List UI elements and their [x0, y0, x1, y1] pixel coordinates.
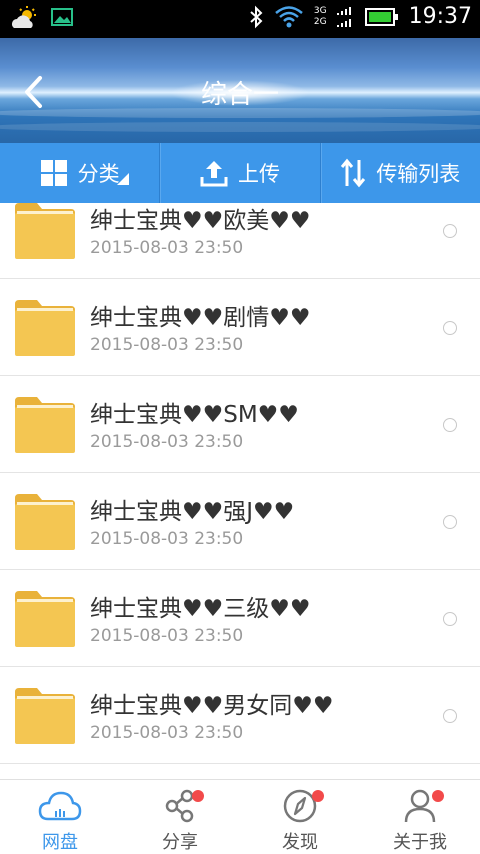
select-radio[interactable] [443, 709, 457, 723]
nav-label: 网盘 [42, 832, 78, 853]
bottom-nav: 网盘 分享 发现 关于我 [0, 779, 480, 854]
folder-icon [15, 300, 75, 356]
notification-badge [312, 790, 324, 802]
net-top-label: 3G [313, 5, 327, 16]
header-background-wave [0, 122, 480, 132]
transfer-list-button[interactable]: 传输列表 [321, 143, 480, 203]
net-bottom-label: 2G [313, 16, 327, 27]
folder-name: 绅士宝典♥♥三级♥♥ [90, 596, 311, 622]
nav-label: 关于我 [393, 832, 447, 853]
folder-name: 绅士宝典♥♥欧美♥♥ [90, 208, 311, 234]
folder-icon [15, 494, 75, 550]
folder-date: 2015-08-03 23:50 [90, 238, 244, 258]
transfer-arrows-icon [341, 158, 366, 188]
select-radio[interactable] [443, 612, 457, 626]
folder-row[interactable]: 绅士宝典♥♥三级♥♥ 2015-08-03 23:50 [0, 570, 480, 667]
folder-name: 绅士宝典♥♥剧情♥♥ [90, 305, 311, 331]
folder-date: 2015-08-03 23:50 [90, 335, 244, 355]
folder-row[interactable]: 绅士宝典♥♥SM♥♥ 2015-08-03 23:50 [0, 376, 480, 473]
dropdown-triangle-icon [117, 173, 130, 185]
folder-date: 2015-08-03 23:50 [90, 432, 244, 452]
folder-row[interactable]: 绅士宝典♥♥男女同♥♥ 2015-08-03 23:50 [0, 667, 480, 764]
nav-item-about-me[interactable]: 关于我 [360, 780, 480, 854]
notification-badge [432, 790, 444, 802]
select-radio[interactable] [443, 418, 457, 432]
category-button[interactable]: 分类 [0, 143, 159, 203]
folder-icon [15, 591, 75, 647]
upload-button[interactable]: 上传 [160, 143, 319, 203]
folder-icon [15, 203, 75, 259]
select-radio[interactable] [443, 321, 457, 335]
nav-label: 发现 [282, 832, 318, 853]
toolbar: 分类 上传 传输列表 [0, 143, 480, 203]
nav-item-share[interactable]: 分享 [120, 780, 240, 854]
folder-row[interactable]: 绅士宝典♥♥剧情♥♥ 2015-08-03 23:50 [0, 279, 480, 376]
upload-label: 上传 [237, 162, 280, 186]
folder-row[interactable]: 绅士宝典♥♥强J♥♥ 2015-08-03 23:50 [0, 473, 480, 570]
cloud-icon [38, 791, 82, 821]
upload-icon [200, 161, 228, 187]
page-title: 综合一 [200, 80, 279, 110]
nav-label: 分享 [162, 832, 198, 853]
folder-icon [15, 397, 75, 453]
notification-badge [192, 790, 204, 802]
category-label: 分类 [77, 162, 120, 186]
nav-item-netdisk[interactable]: 网盘 [0, 780, 120, 854]
select-radio[interactable] [443, 224, 457, 238]
status-bar: 3G 2G 19:37 [0, 0, 480, 38]
image-icon [51, 8, 73, 26]
network-type: 3G 2G [314, 6, 327, 28]
folder-icon [15, 688, 75, 744]
signal-icon [336, 6, 351, 27]
bluetooth-icon [250, 5, 263, 28]
folder-name: 绅士宝典♥♥男女同♥♥ [90, 693, 334, 719]
folder-name: 绅士宝典♥♥强J♥♥ [90, 499, 295, 525]
clock: 19:37 [408, 4, 472, 29]
folder-list: 绅士宝典♥♥欧美♥♥ 2015-08-03 23:50 绅士宝典♥♥剧情♥♥ 2… [0, 203, 480, 779]
folder-date: 2015-08-03 23:50 [90, 529, 244, 549]
battery-icon [364, 7, 398, 26]
select-radio[interactable] [443, 515, 457, 529]
weather-icon [12, 6, 36, 28]
folder-date: 2015-08-03 23:50 [90, 626, 244, 646]
wifi-icon [275, 5, 303, 27]
nav-item-discover[interactable]: 发现 [240, 780, 360, 854]
folder-date: 2015-08-03 23:50 [90, 723, 244, 743]
grid-icon [40, 160, 67, 186]
transfer-list-label: 传输列表 [376, 162, 461, 186]
folder-name: 绅士宝典♥♥SM♥♥ [90, 402, 299, 428]
folder-row[interactable]: 绅士宝典♥♥欧美♥♥ 2015-08-03 23:50 [0, 203, 480, 279]
header: 综合一 [0, 38, 480, 143]
